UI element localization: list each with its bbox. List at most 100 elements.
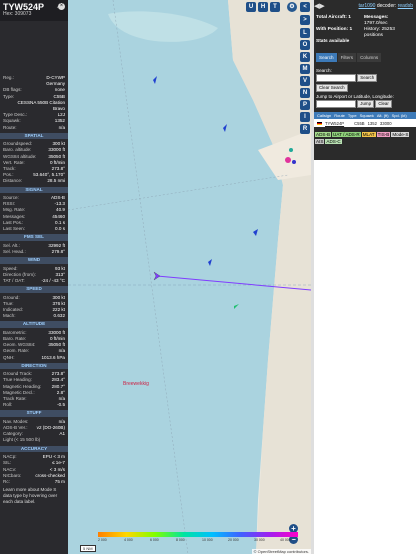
legend-item[interactable]: ADS-C	[325, 139, 342, 144]
section-accuracy: ACCURACY	[0, 445, 68, 453]
section-fms: FMS SEL	[0, 234, 68, 241]
altitude-label: 8 000	[176, 538, 185, 542]
sidebar-tabs: Search Filters Columns	[316, 53, 382, 62]
jump-button[interactable]: Jump	[357, 100, 375, 108]
column-header[interactable]: Route	[334, 113, 345, 118]
side-button-5[interactable]: M	[300, 64, 310, 74]
jump-input[interactable]	[316, 100, 356, 108]
map-button-h[interactable]: H	[258, 2, 268, 12]
altitude-label: 40 000+	[280, 538, 293, 542]
altitude-label: 10 000	[202, 538, 213, 542]
info-key: Mach:	[3, 313, 16, 319]
tar1090-link[interactable]: tar1090	[358, 3, 375, 9]
row-alt: 33000	[379, 120, 392, 126]
with-position: With Position: 1	[316, 27, 353, 32]
header-links: tar1090 decoder: readsb	[358, 3, 413, 9]
section-speed: SPEED	[0, 286, 68, 293]
altitude-label: 4 000	[124, 538, 133, 542]
side-button-6[interactable]: P	[300, 100, 310, 110]
info-row: Mach: 0.632	[0, 313, 68, 319]
table-header: Callsign Route Type Squawk Alt. (ft) Spd. (kt…	[314, 112, 416, 119]
side-button-7[interactable]: I	[300, 112, 310, 122]
legend-item[interactable]: TIS-B	[376, 132, 391, 137]
legend-item[interactable]: UAT / ADS-R	[332, 132, 361, 137]
map-view[interactable]: Breewekkig U H T ⚙ < > L O K M P I R V N + − 2 000 4 0…	[68, 0, 311, 554]
table-row[interactable]: TYW524P C55B 1352 33000	[314, 119, 416, 127]
info-header: TYW524P Hex: 309073 ↗ ×	[0, 0, 68, 21]
legend-item[interactable]: AIS	[315, 139, 325, 144]
map-button-u[interactable]: U	[246, 2, 256, 12]
column-header[interactable]: Alt. (ft)	[377, 113, 389, 118]
section-direction: DIRECTION	[0, 362, 68, 370]
jump-label: Jump to Airport or Latitude, Longitude:	[316, 94, 394, 99]
info-key: Last Seen:	[3, 225, 25, 231]
search-input[interactable]	[316, 74, 356, 82]
row-squawk: 1352	[367, 120, 377, 126]
info-value: -24 / -43 °C	[41, 277, 65, 283]
info-value: A1	[59, 431, 65, 437]
info-row: Roll: -0.5	[0, 402, 68, 408]
info-key: Rc:	[3, 478, 10, 484]
column-header[interactable]: Callsign	[317, 113, 331, 118]
map-attribution[interactable]: © OpenStreetMap contributors.	[251, 549, 311, 554]
tab-filters[interactable]: Filters	[337, 53, 357, 62]
altitude-label: 30 000	[254, 538, 265, 542]
info-key: Reg.:	[3, 75, 14, 80]
side-button-1[interactable]: >	[300, 15, 310, 25]
info-key: Roll:	[3, 402, 13, 408]
legend-item[interactable]: ADS-B	[315, 132, 332, 137]
info-row: Distance: 28.5 nmi	[0, 178, 68, 184]
decoder-label: decoder:	[376, 3, 397, 9]
clear-search-button[interactable]: Clear Search	[316, 84, 348, 92]
side-button-n[interactable]: N	[300, 88, 310, 98]
column-header[interactable]: Type	[348, 113, 357, 118]
aircraft-info-panel: TYW524P Hex: 309073 ↗ × Reg.:D-CYWPGerma…	[0, 0, 68, 554]
info-value: 0.0 s	[55, 225, 65, 231]
legend-item[interactable]: Mode-S	[391, 132, 410, 137]
source-legend: ADS-B UAT / ADS-R MLAT TIS-B Mode-S AIS ADS-C	[314, 130, 416, 146]
info-note: Learn more about Mode S data type by hov…	[3, 487, 58, 505]
history-positions: positions	[364, 33, 383, 38]
photo-placeholder	[0, 21, 68, 75]
settings-gear-icon[interactable]: ⚙	[287, 2, 297, 12]
info-value: 1013.6 hPa	[41, 354, 65, 360]
map-button-t[interactable]: T	[270, 2, 280, 12]
tab-search[interactable]: Search	[316, 53, 337, 62]
info-value: 279.8°	[51, 248, 65, 254]
place-label: Breewekkig	[123, 381, 149, 387]
tab-columns[interactable]: Columns	[357, 53, 382, 62]
total-aircraft: Total Aircraft: 1	[316, 15, 351, 20]
side-button-3[interactable]: O	[300, 40, 310, 50]
legend-item[interactable]: MLAT	[361, 132, 376, 137]
nav-arrows-icon[interactable]: ◀▶	[314, 2, 325, 10]
clear-button[interactable]: Clear	[375, 100, 392, 108]
close-icon[interactable]: ×	[58, 3, 65, 10]
info-key: Light (< 15 500 lb)	[3, 437, 41, 443]
side-button-v[interactable]: V	[300, 76, 310, 86]
side-button-4[interactable]: K	[300, 52, 310, 62]
side-button-0[interactable]: <	[300, 2, 310, 12]
search-button[interactable]: Search	[357, 74, 378, 82]
info-row: Sel. Head.: 279.8°	[0, 249, 68, 255]
stats-available-link[interactable]: Stats available	[316, 39, 349, 44]
info-key: QNH:	[3, 354, 15, 360]
info-key: Type:	[3, 93, 15, 99]
info-key: Route:	[3, 124, 17, 130]
altitude-label: 6 000	[150, 538, 159, 542]
section-stuff: STUFF	[0, 410, 68, 417]
map-canvas[interactable]: Breewekkig	[68, 0, 311, 554]
altitude-label: 2 000	[98, 538, 107, 542]
decoder-link[interactable]: readsb	[398, 3, 413, 9]
section-altitude: ALTITUDE	[0, 321, 68, 328]
row-callsign: TYW524P	[325, 120, 345, 126]
side-button-8[interactable]: R	[300, 124, 310, 134]
column-header[interactable]: Squawk	[360, 113, 374, 118]
side-button-2[interactable]: L	[300, 28, 310, 38]
info-value: 75 m	[54, 478, 65, 484]
column-header[interactable]: Spd. (kt)	[392, 113, 407, 118]
marker-icon	[285, 157, 291, 163]
marker-icon	[289, 148, 293, 152]
messages-label: Messages:	[364, 15, 389, 20]
flag-icon	[317, 121, 322, 125]
hex-code: Hex: 309073	[3, 11, 32, 17]
